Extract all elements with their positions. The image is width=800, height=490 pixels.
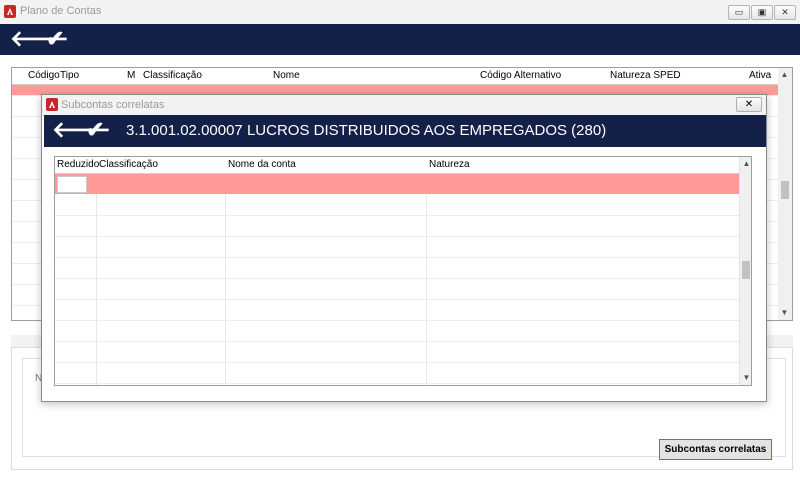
main-window-title: Plano de Contas <box>20 5 102 17</box>
selected-table-row[interactable] <box>55 174 739 194</box>
minimize-button[interactable]: ▭ <box>728 5 750 20</box>
col-header-nome-da-conta[interactable]: Nome da conta <box>228 159 296 170</box>
scroll-down-icon[interactable]: ▼ <box>740 373 751 382</box>
table-row[interactable] <box>55 299 739 321</box>
col-header-codigo[interactable]: Código <box>28 70 60 81</box>
table-row[interactable] <box>55 215 739 237</box>
col-header-reduzido[interactable]: Reduzido <box>57 159 99 170</box>
dialog-toolbar: 🡐 ✔ 3.1.001.02.00007 LUCROS DISTRIBUIDOS… <box>44 115 766 147</box>
table-row[interactable] <box>55 257 739 279</box>
dialog-confirm-check-icon[interactable]: ✔ <box>86 118 104 142</box>
maximize-button[interactable]: ▣ <box>751 5 773 20</box>
col-header-nome[interactable]: Nome <box>273 70 300 81</box>
dialog-close-button[interactable]: ✕ <box>736 97 762 112</box>
reduzido-edit-input[interactable] <box>57 176 87 193</box>
col-header-tipo[interactable]: Tipo <box>60 70 79 81</box>
table-row[interactable] <box>55 341 739 363</box>
scroll-down-icon[interactable]: ▼ <box>778 308 791 317</box>
grid-vertical-scrollbar[interactable]: ▲ ▼ <box>778 68 792 320</box>
subcontas-dialog: Subcontas correlatas ✕ 🡐 ✔ 3.1.001.02.00… <box>41 94 767 402</box>
dialog-grid-header: Reduzido Classificação Nome da conta Nat… <box>55 157 739 174</box>
table-row[interactable] <box>55 194 739 216</box>
table-row[interactable] <box>55 320 739 342</box>
dialog-heading: 3.1.001.02.00007 LUCROS DISTRIBUIDOS AOS… <box>126 122 607 139</box>
table-row[interactable] <box>55 278 739 300</box>
col-header-natureza-sped[interactable]: Natureza SPED <box>610 70 681 81</box>
table-row[interactable] <box>55 362 739 384</box>
scroll-up-icon[interactable]: ▲ <box>740 159 751 168</box>
subcontas-correlatas-button[interactable]: Subcontas correlatas <box>659 439 772 460</box>
subcontas-grid[interactable]: Reduzido Classificação Nome da conta Nat… <box>54 156 752 386</box>
confirm-check-icon[interactable]: ✔ <box>46 27 64 51</box>
col-header-m[interactable]: M <box>127 70 135 81</box>
col-header-codigo-alternativo[interactable]: Código Alternativo <box>480 70 561 81</box>
col-header-ativa[interactable]: Ativa <box>749 70 771 81</box>
col-header-classificacao[interactable]: Classificação <box>143 70 202 81</box>
main-toolbar: 🡐 ✔ <box>0 24 800 55</box>
dialog-title: Subcontas correlatas <box>61 99 165 111</box>
scroll-up-icon[interactable]: ▲ <box>778 70 791 79</box>
app-logo-icon <box>4 5 16 18</box>
col-header-classificacao[interactable]: Classificação <box>99 159 158 170</box>
dialog-app-logo-icon <box>46 98 58 111</box>
main-titlebar: Plano de Contas ▭ ▣ ✕ <box>0 0 800 25</box>
scroll-thumb[interactable] <box>742 261 750 279</box>
scroll-thumb[interactable] <box>781 181 789 199</box>
table-row[interactable] <box>55 236 739 258</box>
dialog-titlebar: Subcontas correlatas ✕ <box>42 95 766 116</box>
col-header-natureza[interactable]: Natureza <box>429 159 470 170</box>
dialog-grid-vertical-scrollbar[interactable]: ▲ ▼ <box>739 157 751 385</box>
close-button[interactable]: ✕ <box>774 5 796 20</box>
grid-header: Código Tipo M Classificação Nome Código … <box>12 68 792 85</box>
